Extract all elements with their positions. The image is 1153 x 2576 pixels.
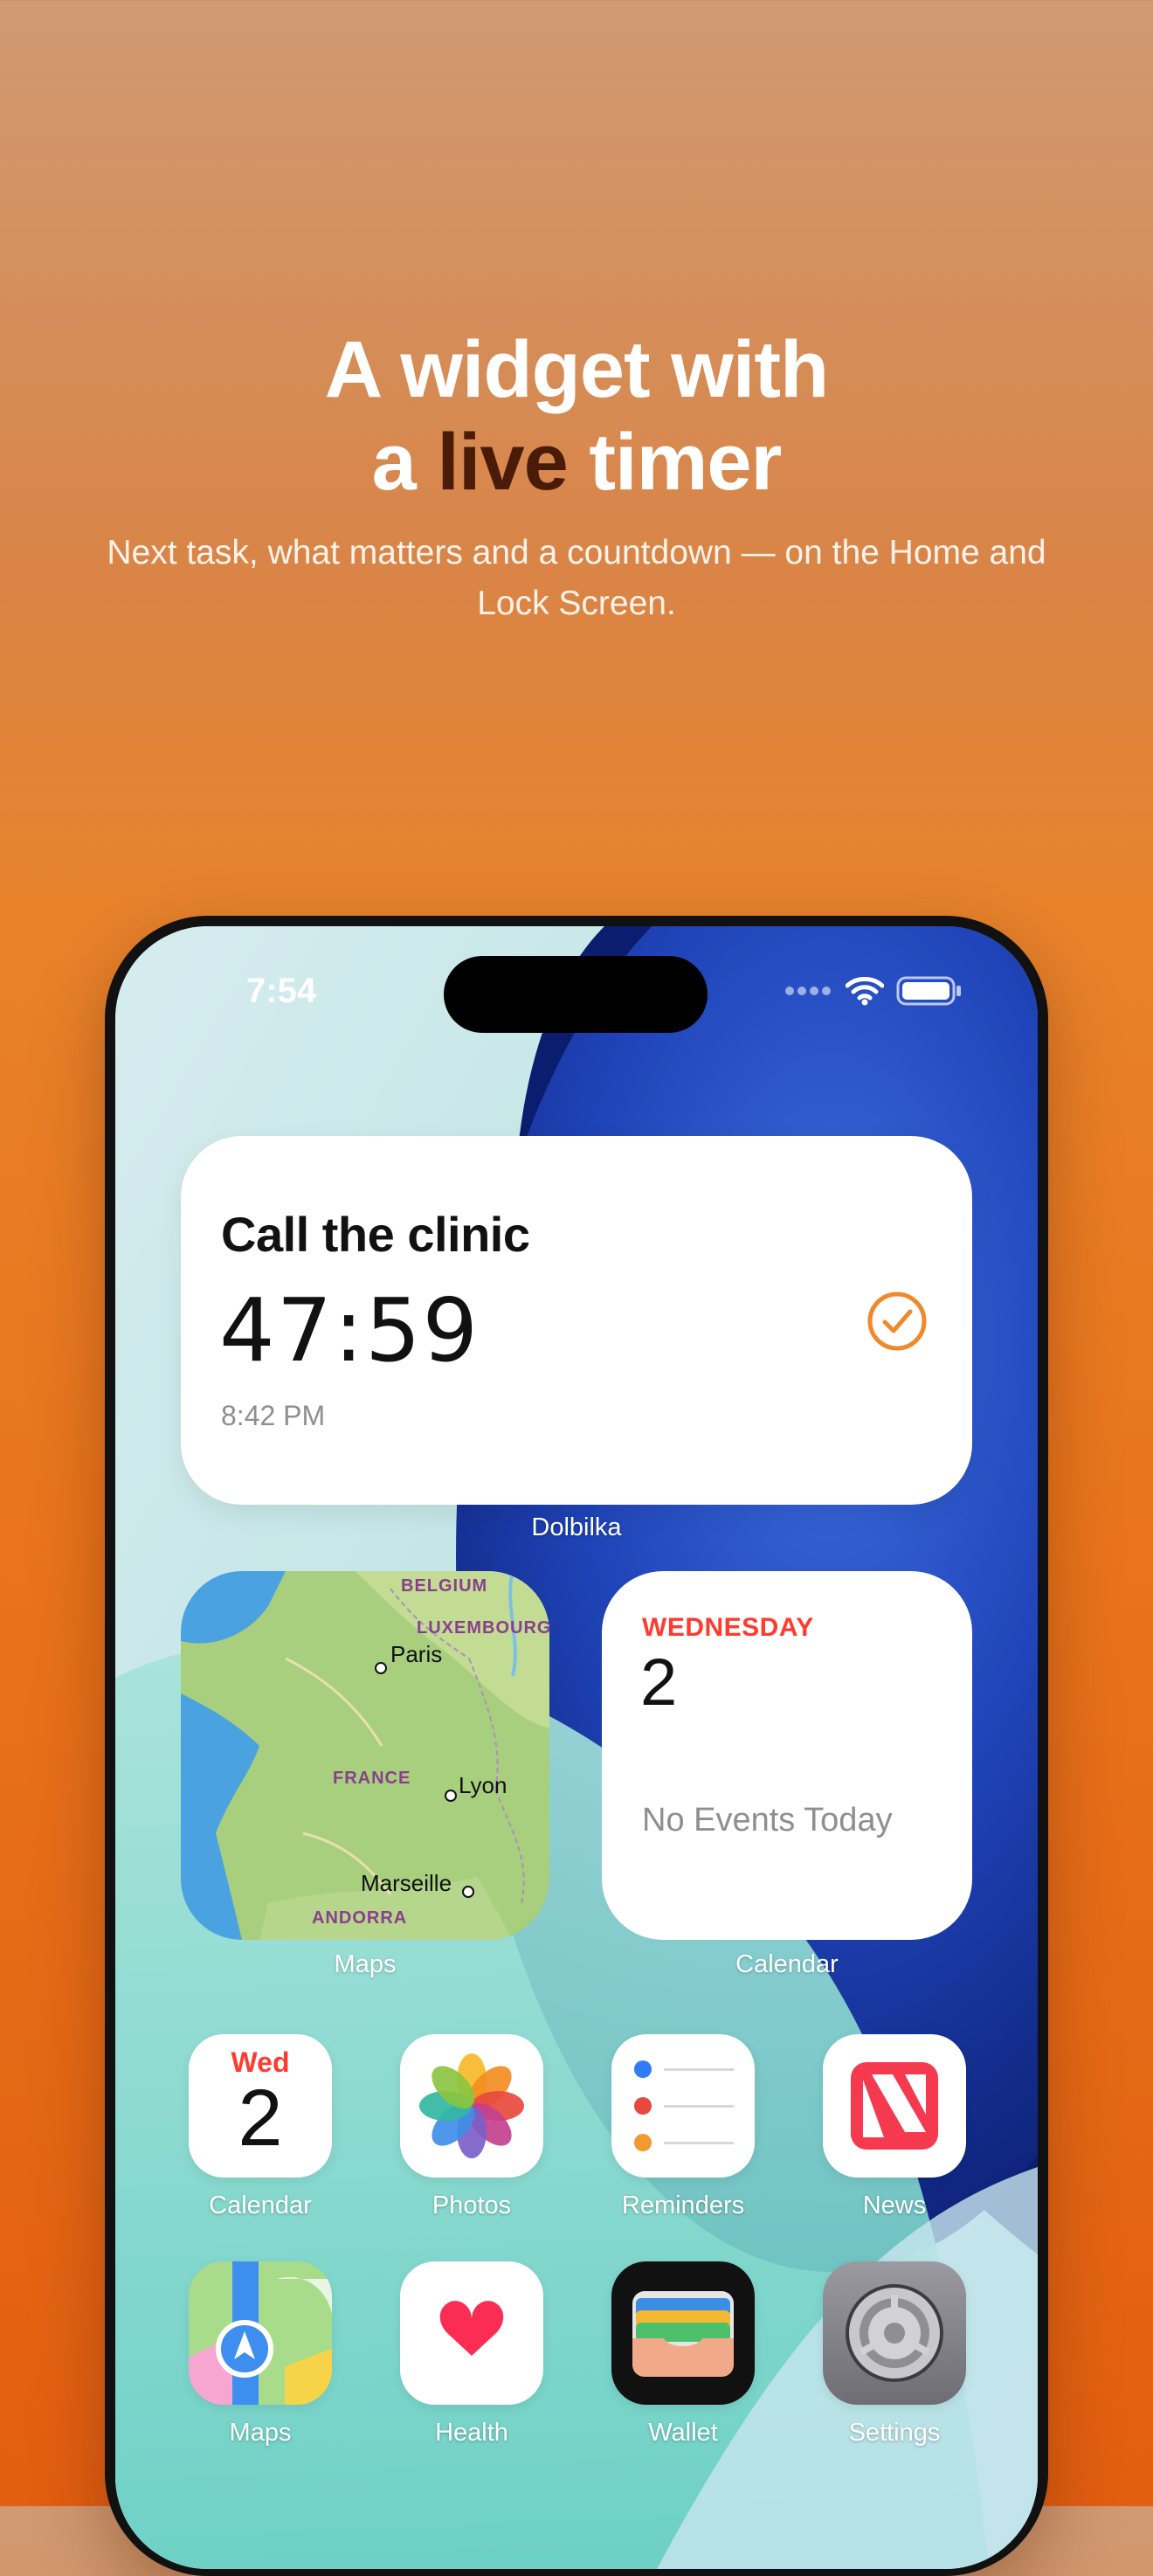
- calendar-widget-label: Calendar: [735, 1950, 839, 1978]
- battery-icon: [896, 976, 961, 1006]
- app-label-maps: Maps: [229, 2419, 292, 2447]
- map-marker-lyon: [445, 1790, 457, 1802]
- app-reminders[interactable]: Reminders: [611, 2034, 755, 2219]
- map-label-france: FRANCE: [333, 1769, 411, 1788]
- calendar-events-status: No Events Today: [642, 1802, 893, 1839]
- calendar-date: 2: [640, 1645, 678, 1720]
- dynamic-island: [444, 956, 708, 1033]
- app-wallet[interactable]: Wallet: [611, 2261, 755, 2447]
- headline-line-1: A widget with: [324, 325, 829, 414]
- status-icons: [784, 975, 963, 1007]
- app-label-reminders: Reminders: [621, 2192, 745, 2219]
- app-maps[interactable]: Maps: [189, 2261, 332, 2447]
- wallet-icon[interactable]: [611, 2261, 755, 2405]
- wallet-glyph: [632, 2291, 734, 2377]
- map-label-lyon: Lyon: [459, 1772, 507, 1798]
- map-label-luxembourg: LUXEMBOURG: [417, 1618, 549, 1638]
- app-label-settings: Settings: [848, 2419, 941, 2447]
- calendar-weekday: WEDNESDAY: [642, 1613, 814, 1642]
- health-icon[interactable]: [400, 2261, 543, 2405]
- wifi-icon: [846, 977, 884, 1006]
- task-title: Call the clinic: [221, 1207, 530, 1262]
- headline-line-2: a live timer: [0, 416, 1153, 509]
- headline: A widget with a live timer: [0, 323, 1153, 509]
- home-screen: 7:54 Call the clinic 47:59 8:42 PM Dolbi…: [115, 926, 1038, 2569]
- cellular-dots-icon: [785, 987, 831, 995]
- app-news[interactable]: News: [823, 2034, 966, 2219]
- phone-frame: 7:54 Call the clinic 47:59 8:42 PM Dolbi…: [105, 916, 1048, 2576]
- app-settings[interactable]: Settings: [823, 2261, 966, 2447]
- settings-icon[interactable]: [823, 2261, 966, 2405]
- reminders-icon[interactable]: [611, 2034, 755, 2178]
- task-due-time: 8:42 PM: [221, 1400, 326, 1431]
- news-icon[interactable]: [823, 2034, 966, 2178]
- app-label-news: News: [862, 2192, 927, 2219]
- news-glyph: [851, 2062, 938, 2150]
- maps-widget-label: Maps: [334, 1950, 397, 1978]
- checkmark-circle-icon[interactable]: [866, 1290, 929, 1353]
- app-photos[interactable]: Photos: [400, 2034, 543, 2219]
- app-label-wallet: Wallet: [648, 2419, 718, 2447]
- headline-accent: live: [437, 418, 568, 507]
- reminders-list-glyph: [634, 2060, 734, 2151]
- calendar-widget[interactable]: WEDNESDAY 2 No Events Today: [602, 1571, 972, 1940]
- map-marker-paris: [375, 1662, 387, 1674]
- maps-widget[interactable]: BELGIUM LUXEMBOURG Paris FRANCE Lyon Mar…: [181, 1571, 549, 1940]
- calendar-icon[interactable]: Wed 2: [189, 2034, 332, 2178]
- headline-prefix: a: [371, 418, 438, 507]
- task-widget-label: Dolbilka: [531, 1513, 622, 1541]
- subtitle: Next task, what matters and a countdown …: [107, 534, 1046, 622]
- headline-suffix: timer: [567, 418, 782, 507]
- countdown-timer: 47:59: [219, 1279, 480, 1381]
- app-health[interactable]: Health: [400, 2261, 543, 2447]
- calendar-icon-day: 2: [238, 2074, 283, 2163]
- app-calendar[interactable]: Wed 2 Calendar: [189, 2034, 332, 2219]
- task-timer-widget[interactable]: Call the clinic 47:59 8:42 PM: [181, 1136, 972, 1505]
- photos-icon[interactable]: [400, 2034, 543, 2178]
- app-label-calendar: Calendar: [209, 2192, 312, 2219]
- map-label-andorra: ANDORRA: [312, 1908, 408, 1928]
- map-label-belgium: BELGIUM: [401, 1576, 488, 1596]
- maps-glyph: [189, 2261, 332, 2405]
- map-label-paris: Paris: [390, 1641, 443, 1667]
- photos-flower: [419, 2053, 524, 2158]
- maps-icon[interactable]: [189, 2261, 332, 2405]
- health-heart-glyph: [439, 2301, 504, 2356]
- settings-gear-glyph: [846, 2284, 943, 2382]
- map-label-marseille: Marseille: [361, 1870, 452, 1896]
- map-marker-marseille: [462, 1886, 474, 1898]
- app-label-health: Health: [435, 2419, 508, 2447]
- status-time: 7:54: [246, 972, 317, 1010]
- app-label-photos: Photos: [432, 2192, 512, 2219]
